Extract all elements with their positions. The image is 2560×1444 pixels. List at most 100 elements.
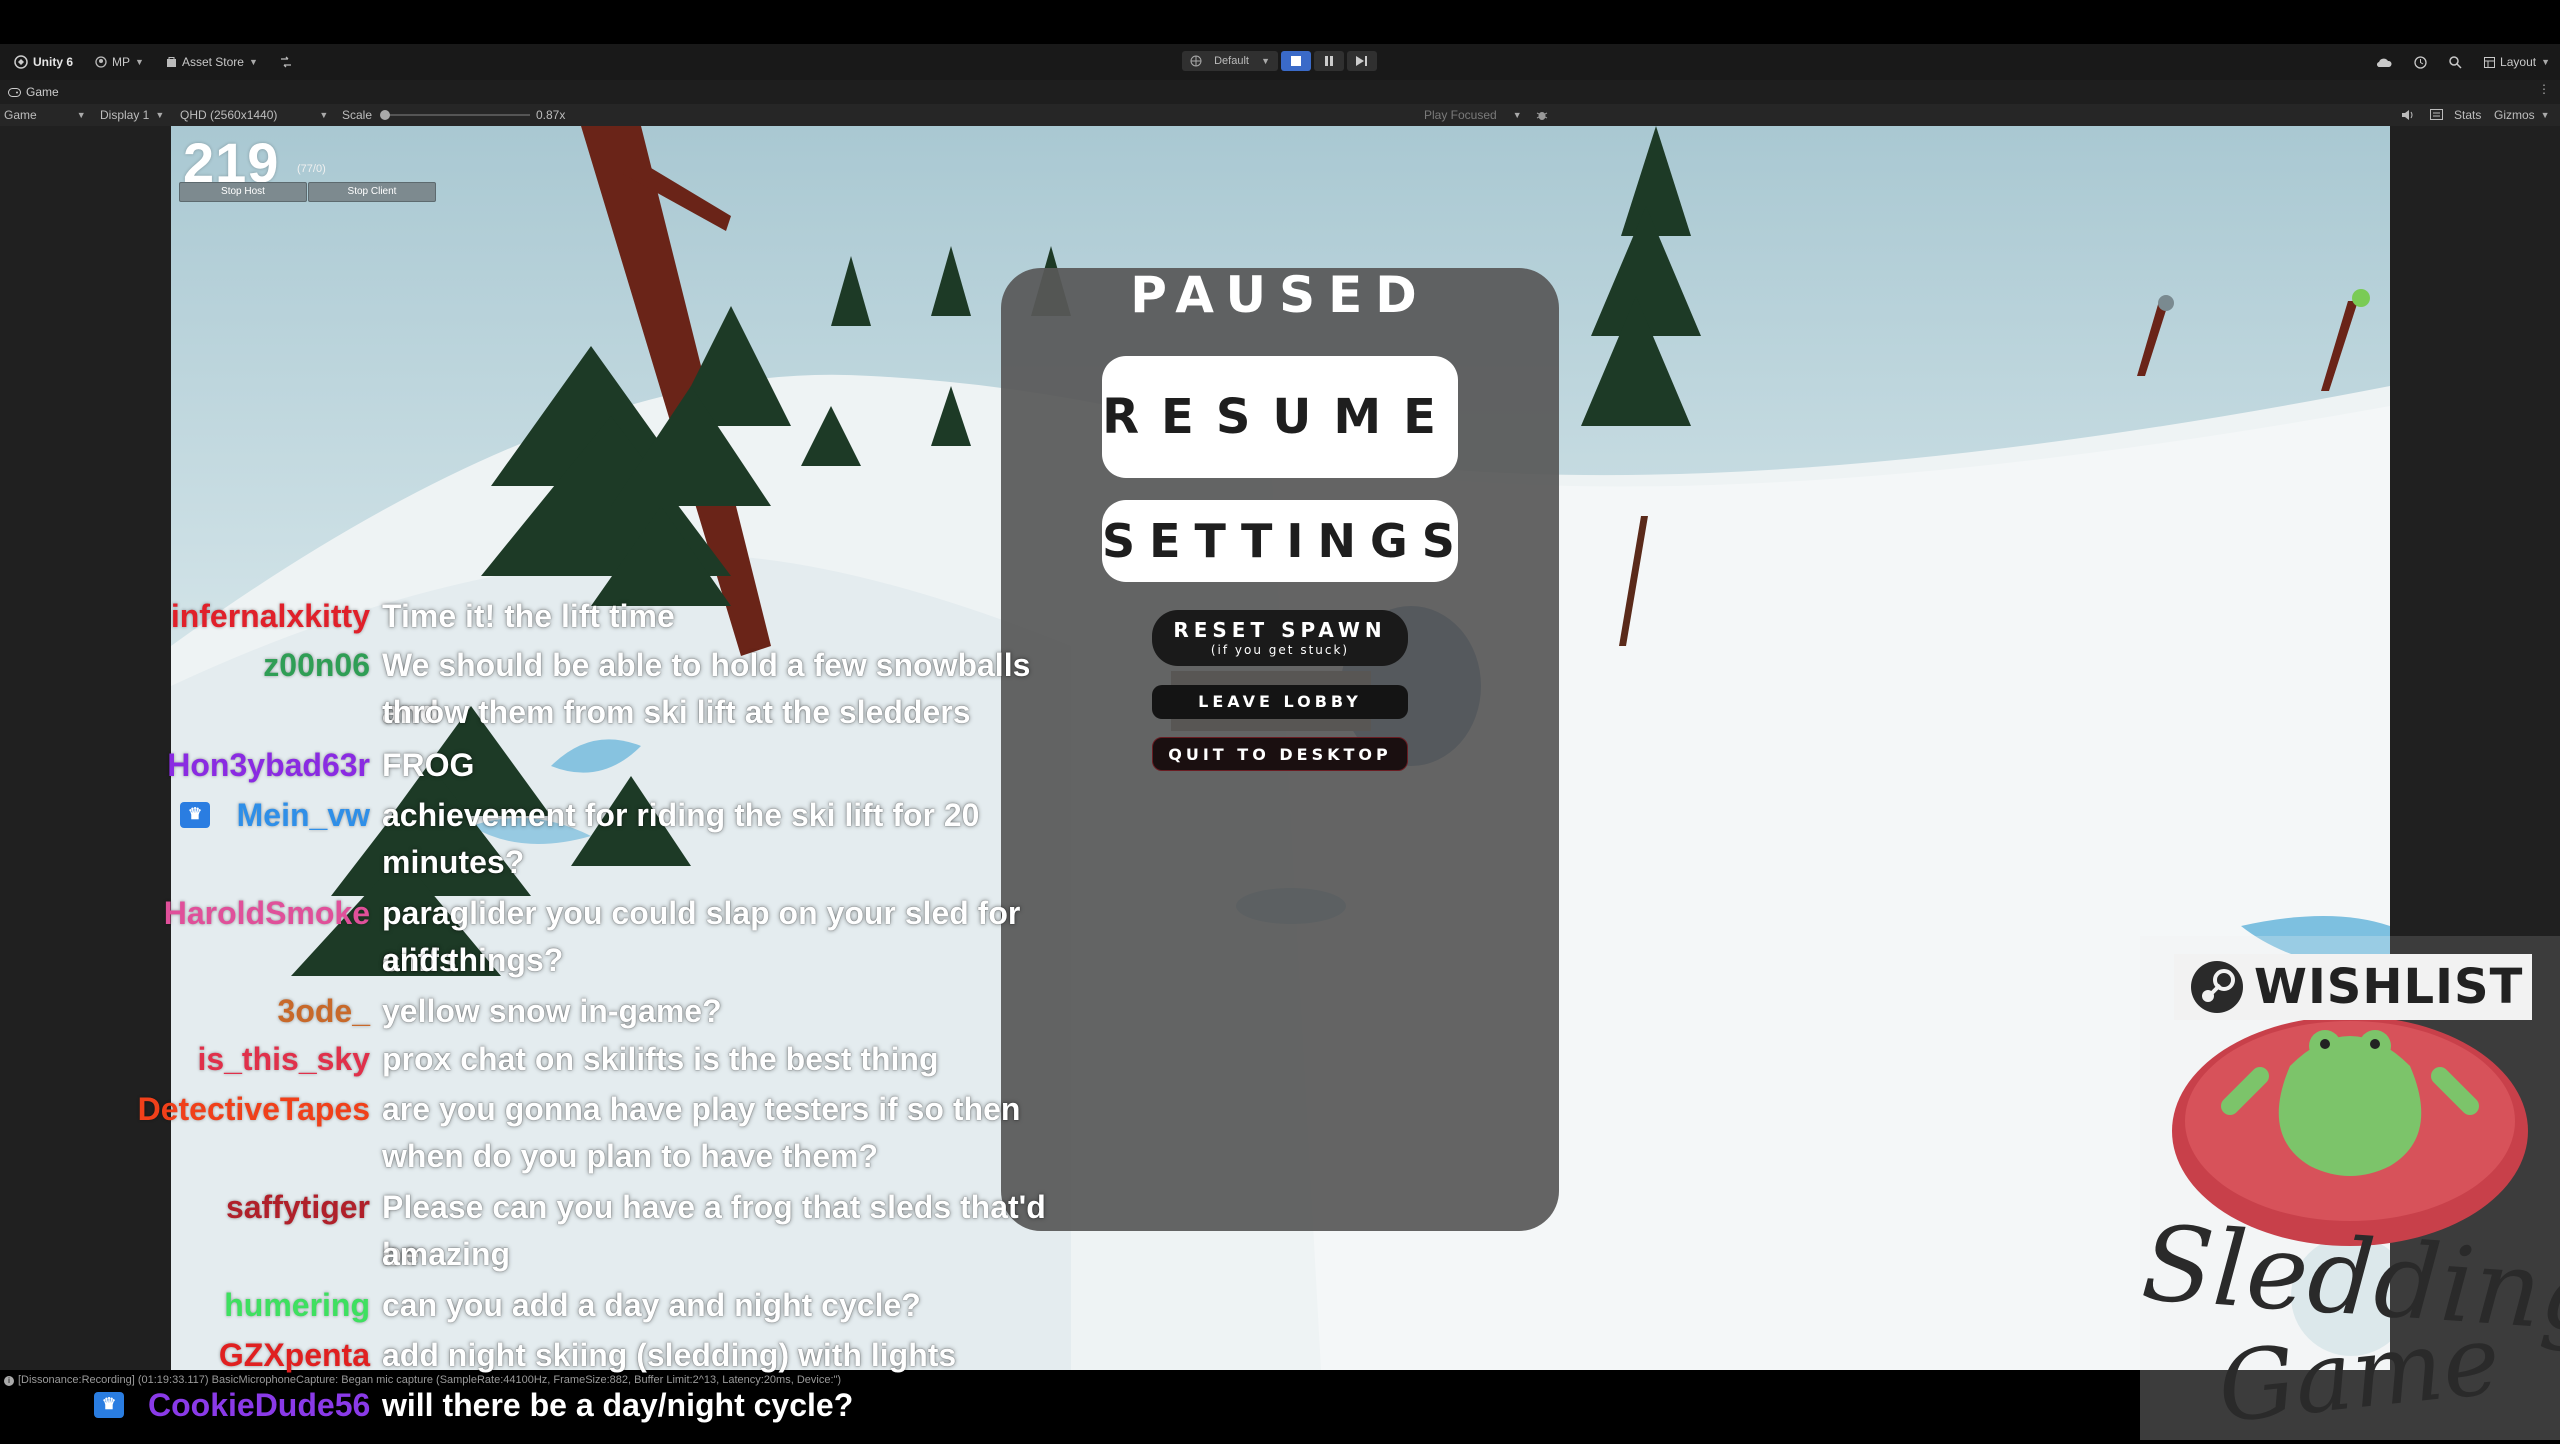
pause-title: PAUSED [1130,266,1430,324]
unity-menu[interactable]: Unity 6 [14,55,73,69]
display-label: Display 1 [100,108,150,122]
chat-message-text: throw them from ski lift at the sledders [382,694,971,730]
pause-button[interactable] [1314,51,1344,71]
chat-message: 3ode_ yellow snow in-game? [0,988,1100,1035]
account-dropdown[interactable]: MP ▼ [95,55,144,69]
asset-store-label: Asset Store [181,55,244,69]
asset-store-dropdown[interactable]: Asset Store ▼ [166,55,258,69]
chat-message: humering can you add a day and night cycl… [0,1282,1100,1329]
search-icon[interactable] [2449,55,2462,69]
chat-message-text: can you add a day and night cycle? [382,1287,921,1323]
version-control-button[interactable] [280,56,292,68]
chat-message-text: prox chat on skilifts is the best thing [382,1041,939,1077]
chat-message-text: when do you plan to have them? [382,1138,879,1174]
stop-button[interactable] [1281,51,1311,71]
history-icon[interactable] [2414,55,2427,69]
chat-message: saffytiger Please can you have a frog tha… [0,1184,1100,1278]
steam-icon [2191,961,2243,1013]
leave-lobby-button[interactable]: LEAVE LOBBY [1152,685,1408,719]
step-button[interactable] [1347,51,1377,71]
tab-game-label: Game [26,85,59,99]
chat-username: infernalxkitty [170,598,370,634]
chevron-down-icon: ▼ [155,110,165,120]
gizmos-dropdown[interactable]: Gizmos ▼ [2494,108,2550,122]
chevron-down-icon: ▼ [1261,56,1270,66]
stop-host-button[interactable]: Stop Host [179,182,307,202]
chat-message: is_this_sky prox chat on skilifts is the … [0,1036,1100,1083]
chat-username: 3ode_ [277,993,370,1029]
settings-button[interactable]: SETTINGS [1102,500,1458,582]
chat-username: HaroldSmoke [163,895,370,931]
account-icon [95,56,107,68]
game-view-dropdown[interactable]: Game ▼ [4,108,86,122]
chevron-down-icon: ▼ [2541,57,2550,67]
chat-username: Hon3ybad63r [167,747,370,783]
chat-message-text: yellow snow in-game? [382,993,722,1029]
scale-value: 0.87x [536,108,566,122]
wishlist-label: WISHLIST [2254,959,2524,1015]
globe-icon [1190,55,1202,67]
chat-message-text: minutes? [382,844,525,880]
chat-message-text: add night skiing (sledding) with lights [382,1337,957,1373]
gamepad-icon [8,87,21,97]
chat-message: HaroldSmoke paraglider you could slap on … [0,890,1100,984]
playmode-profile-label: Default [1214,55,1249,67]
reset-spawn-label: RESET SPAWN [1173,618,1387,642]
chevron-down-icon: ▼ [319,110,329,120]
chat-message-text: will there be a day/night cycle? [382,1387,854,1423]
chat-message: Hon3ybad63r FROG [0,742,1100,789]
speaker-icon[interactable] [2402,109,2415,121]
chat-username: DetectiveTapes [137,1091,370,1127]
chat-message-text: amazing [382,1236,511,1272]
scale-label: Scale [342,108,373,122]
chevron-down-icon: ▼ [248,57,258,67]
editor-right-margin [2390,126,2560,936]
reset-spawn-button[interactable]: RESET SPAWN (if you get stuck) [1152,610,1408,666]
scale-slider-thumb[interactable] [380,110,390,120]
chevron-down-icon: ▼ [2540,110,2550,120]
stop-client-button[interactable]: Stop Client [308,182,436,202]
account-label: MP [112,55,131,69]
play-controls: Default ▼ [1182,51,1377,71]
chevron-down-icon: ▼ [76,110,86,120]
screen-top-border [0,0,2560,44]
chat-username: z00n06 [263,647,370,683]
chat-message-text: and things? [382,942,564,978]
chevron-down-icon: ▼ [135,57,144,67]
bug-icon[interactable] [1536,109,1548,121]
shopping-bag-icon [166,57,176,67]
display-dropdown[interactable]: Display 1 ▼ [100,108,164,122]
stop-icon [1291,56,1301,66]
quit-to-desktop-button[interactable]: QUIT TO DESKTOP [1152,737,1408,771]
display-settings-icon[interactable] [2430,109,2443,120]
game-view-toolbar: Game ▼ Display 1 ▼ QHD (2560x1440) ▼ Sca… [0,104,2560,126]
chat-username: GZXpenta [218,1337,370,1373]
wishlist-banner[interactable]: WISHLIST [2174,954,2532,1020]
chat-message-text: are you gonna have play testers if so th… [382,1091,1021,1127]
unity-logo-icon [14,55,28,69]
pause-icon [1325,56,1333,66]
game-view-dropdown-label: Game [4,108,37,122]
stats-toggle[interactable]: Stats [2454,108,2481,122]
chat-username: is_this_sky [197,1041,370,1077]
chat-message: DetectiveTapes are you gonna have play te… [0,1086,1100,1180]
scale-slider-track[interactable] [384,114,530,116]
chat-username: humering [224,1287,370,1323]
cloud-icon[interactable] [2376,56,2392,68]
chat-message: Mein_vw ♛ achievement for riding the ski l… [0,792,1100,886]
play-focused-dropdown[interactable]: Play Focused ▼ [1424,108,1522,122]
gizmos-label: Gizmos [2494,108,2535,122]
chat-message: z00n06 We should be able to hold a few sn… [0,642,1100,736]
subscriber-badge-icon: ♛ [180,802,210,828]
editor-tab-bar: Game ⋮ [0,80,2560,104]
resume-button[interactable]: RESUME [1102,356,1458,478]
chat-message-text: Time it! the lift time [382,598,675,634]
playmode-profile-dropdown[interactable]: Default ▼ [1182,51,1278,71]
tab-game[interactable]: Game [8,85,59,99]
layout-label: Layout [2500,55,2537,69]
play-focused-label: Play Focused [1424,108,1497,122]
resolution-dropdown[interactable]: QHD (2560x1440) ▼ [180,108,328,122]
kebab-menu-icon[interactable]: ⋮ [2538,82,2550,96]
layout-dropdown[interactable]: Layout ▼ [2484,55,2550,69]
subscriber-badge-icon: ♛ [94,1392,124,1418]
